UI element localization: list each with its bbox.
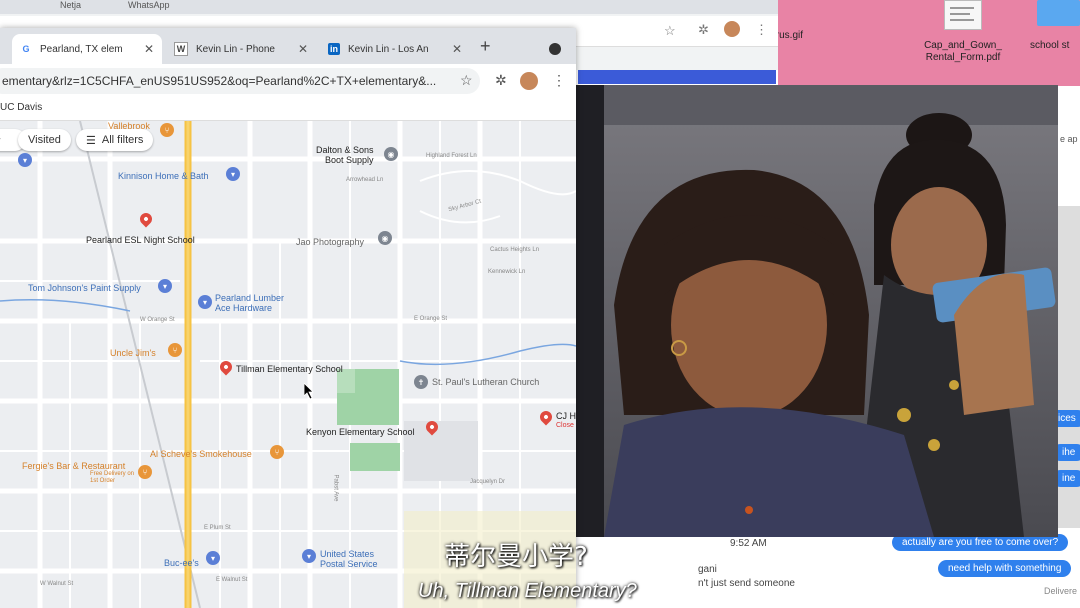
menu-dots-icon[interactable]: ⋮ xyxy=(552,72,566,89)
map-marker-icon[interactable]: ▾ xyxy=(302,549,316,563)
avatar[interactable] xyxy=(724,21,740,37)
back-side-panel: e ap xyxy=(1058,86,1080,206)
new-tab-button[interactable]: + xyxy=(480,36,491,57)
video-frame-edge xyxy=(576,85,606,537)
mouse-cursor-icon xyxy=(304,383,314,399)
street-label: Highland Forest Ln xyxy=(426,153,477,159)
toolbar: ementary&rlz=1C5CHFA_enUS951US952&oq=Pea… xyxy=(0,64,576,98)
map-marker-icon[interactable]: ◉ xyxy=(384,147,398,161)
menu-dots-icon[interactable]: ⋮ xyxy=(755,22,768,38)
poi-label[interactable]: Tillman Elementary School xyxy=(236,364,343,374)
desktop-file-label[interactable]: Cap_and_Gown_ Rental_Form.pdf xyxy=(906,40,1020,64)
address-bar[interactable]: ementary&rlz=1C5CHFA_enUS951US952&oq=Pea… xyxy=(0,68,480,94)
bookmark-star-icon[interactable]: ☆ xyxy=(664,23,676,39)
chevron-down-icon: ▾ xyxy=(0,135,1,146)
tab-label: Pearland, TX elem xyxy=(40,43,123,55)
video-scene xyxy=(604,85,1058,537)
poi-status: Close xyxy=(556,422,574,429)
tab-search-icon[interactable] xyxy=(549,43,561,55)
poi-label[interactable]: St. Paul's Lutheran Church xyxy=(432,377,539,387)
desktop-folder-label[interactable]: school st xyxy=(1030,40,1080,52)
poi-label[interactable]: Kenyon Elementary School xyxy=(306,427,415,437)
street-label: E Orange St xyxy=(414,316,448,322)
back-window-header-bar xyxy=(578,70,776,84)
filter-chip-all-filters[interactable]: ☰ All filters xyxy=(76,129,154,151)
map-marker-icon[interactable]: ▾ xyxy=(18,153,32,167)
bookmark-star-icon[interactable]: ☆ xyxy=(460,72,473,89)
street-label: E Plum St xyxy=(204,525,231,531)
google-map[interactable]: ▾ Visited ☰All filters ▾ Vallebrook ⑂ Da… xyxy=(0,121,576,608)
tab-google-maps[interactable]: G Pearland, TX elem ✕ xyxy=(12,34,162,64)
street-label: Kennewick Ln xyxy=(488,269,526,275)
front-browser-window: G Pearland, TX elem ✕ W Kevin Lin - Phon… xyxy=(0,28,576,608)
poi-label[interactable]: United States Postal Service xyxy=(320,549,378,569)
map-marker-icon[interactable]: ▾ xyxy=(158,279,172,293)
back-tab-netja[interactable]: Netja xyxy=(60,0,81,10)
delivered-status: Delivere xyxy=(1044,586,1078,596)
poi-label[interactable]: Pearland ESL Night School xyxy=(86,235,195,245)
linkedin-icon: in xyxy=(328,43,340,55)
bookmark-uc-davis[interactable]: UC Davis xyxy=(0,102,42,113)
extensions-icon[interactable]: ✲ xyxy=(495,72,507,89)
back-tab-whatsapp[interactable]: WhatsApp xyxy=(128,0,170,10)
poi-label[interactable]: Buc-ee's xyxy=(164,558,199,568)
street-label: Cactus Heights Ln xyxy=(490,247,540,253)
poi-label[interactable]: Kinnison Home & Bath xyxy=(118,171,209,181)
map-marker-icon[interactable]: ▾ xyxy=(226,167,240,181)
map-marker-icon[interactable]: ⑂ xyxy=(138,465,152,479)
map-marker-icon[interactable]: ⑂ xyxy=(168,343,182,357)
street-label: W Walnut St xyxy=(40,581,74,587)
map-marker-icon[interactable]: ✝ xyxy=(414,375,428,389)
close-icon[interactable]: ✕ xyxy=(452,42,462,56)
map-marker-icon[interactable]: ◉ xyxy=(378,231,392,245)
poi-label[interactable]: Uncle Jim's xyxy=(110,348,156,358)
message-bubble[interactable]: need help with something xyxy=(938,560,1072,577)
filter-chip-visited[interactable]: Visited xyxy=(18,129,71,151)
subtitle-chinese: 蒂尔曼小学? xyxy=(444,542,588,572)
street-label: Arrowhead Ln xyxy=(346,177,384,183)
tab-label: Kevin Lin - Los An xyxy=(348,43,429,55)
google-icon: G xyxy=(22,44,30,54)
extensions-icon[interactable]: ✲ xyxy=(698,22,709,38)
map-marker-icon[interactable]: ⑂ xyxy=(270,445,284,459)
poi-label[interactable]: Fergie's Bar & Restaurant xyxy=(22,461,125,471)
map-marker-icon[interactable]: ⑂ xyxy=(160,123,174,137)
avatar[interactable] xyxy=(520,72,538,90)
map-marker-icon[interactable]: ▾ xyxy=(198,295,212,309)
street-label: W Orange St xyxy=(140,317,175,323)
poi-label[interactable]: Al Scheve's Smokehouse xyxy=(150,449,252,459)
pdf-file-icon[interactable] xyxy=(944,0,982,30)
tab-linkedin[interactable]: in Kevin Lin - Los An ✕ xyxy=(320,34,470,64)
bookmarks-bar: UC Davis xyxy=(0,98,576,121)
poi-label[interactable]: Vallebrook xyxy=(108,121,150,131)
poi-label[interactable]: CJ H xyxy=(556,411,576,421)
message-preview: n't just send someone xyxy=(698,578,795,589)
back-tab-strip: Netja WhatsApp xyxy=(0,0,778,14)
message-time: 9:52 AM xyxy=(730,538,767,549)
poi-label[interactable]: Pearland Lumber Ace Hardware xyxy=(215,293,284,313)
close-icon[interactable]: ✕ xyxy=(144,42,154,56)
poi-label[interactable]: Dalton & Sons Boot Supply xyxy=(316,145,374,165)
poi-promo: Free Delivery on 1st Order xyxy=(90,471,135,484)
street-label: Jacquelyn Dr xyxy=(470,479,506,485)
map-marker-icon[interactable]: ▾ xyxy=(206,551,220,565)
street-label: E Walnut St xyxy=(216,577,248,583)
filter-icon: ☰ xyxy=(86,134,96,147)
message-sender: gani xyxy=(698,564,717,575)
subtitle-english: Uh, Tillman Elementary? xyxy=(418,580,637,602)
w-icon: W xyxy=(174,42,188,56)
video-call-frame[interactable] xyxy=(604,85,1058,537)
tab-strip: G Pearland, TX elem ✕ W Kevin Lin - Phon… xyxy=(0,28,576,64)
folder-icon[interactable] xyxy=(1037,0,1080,26)
tab-label: Kevin Lin - Phone xyxy=(196,43,275,55)
street-label: Pabst Ave xyxy=(332,474,339,502)
messages-panel: 9:52 AM gani n't just send someone actua… xyxy=(698,528,1080,608)
close-icon[interactable]: ✕ xyxy=(298,42,308,56)
poi-label[interactable]: Tom Johnson's Paint Supply xyxy=(28,283,141,293)
tab-kevin-lin-phone[interactable]: W Kevin Lin - Phone ✕ xyxy=(166,34,316,64)
poi-label[interactable]: Jao Photography xyxy=(296,237,364,247)
